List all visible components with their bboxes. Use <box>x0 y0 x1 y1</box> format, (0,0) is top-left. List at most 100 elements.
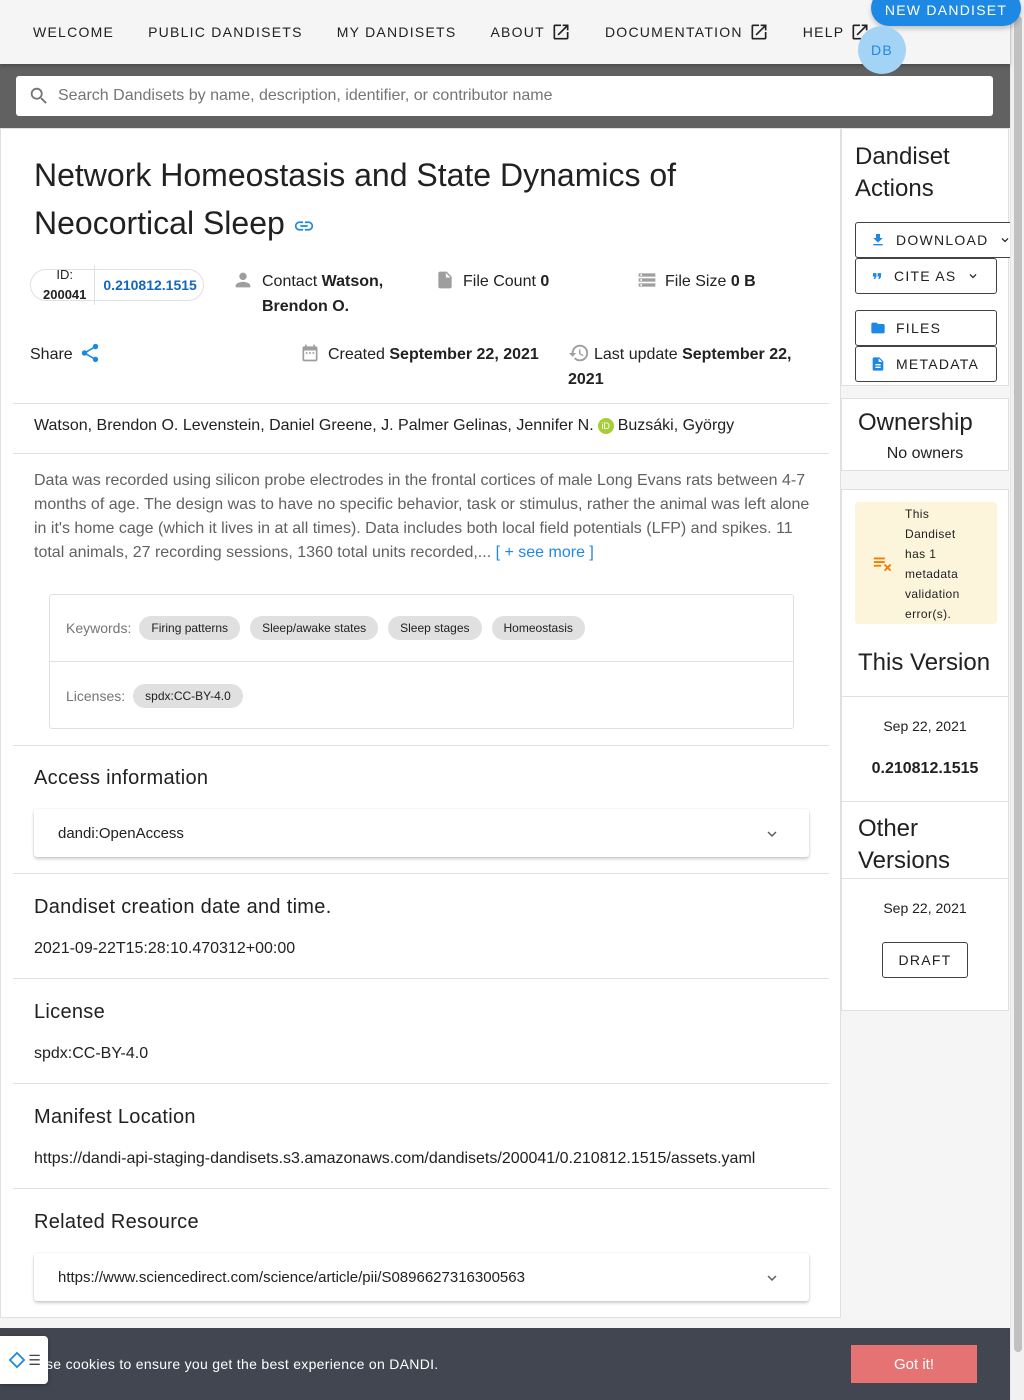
nav-documentation-label: Documentation <box>604 24 743 40</box>
versions-card: This Dandiset has 1 metadata validation … <box>841 489 1009 1011</box>
new-dandiset-button[interactable]: NEW DANDISET <box>871 0 1021 26</box>
license-chip: spdx:CC-BY-4.0 <box>133 683 243 708</box>
person-icon <box>235 272 251 288</box>
file-size-label: File Size <box>665 273 727 290</box>
cite-as-button[interactable]: CITE AS <box>855 258 997 294</box>
id-value: 200041 <box>43 287 87 302</box>
keyword-chip: Firing patterns <box>139 616 241 640</box>
file-count-value: 0 <box>540 273 550 290</box>
link-icon[interactable] <box>293 215 315 237</box>
quote-icon <box>872 273 882 279</box>
page-title: Network Homeostasis and State Dynamics o… <box>34 151 734 247</box>
share-label: Share <box>30 346 73 363</box>
divider <box>842 878 1008 879</box>
avatar[interactable]: DB <box>858 26 906 74</box>
top-navigation: Welcome Public Dandisets My Dandisets Ab… <box>0 0 1021 74</box>
nav-documentation[interactable]: Documentation <box>588 0 786 64</box>
cookie-accept-button[interactable]: Got it! <box>851 1345 977 1383</box>
page-title-text: Network Homeostasis and State Dynamics o… <box>34 157 677 241</box>
dandiset-id: ID: 200041 <box>31 265 96 305</box>
identifier-chip: ID: 200041 0.210812.1515 <box>30 265 204 305</box>
chevron-down-icon <box>767 831 777 837</box>
share-control[interactable]: Share <box>30 342 101 367</box>
scrollbar[interactable] <box>1010 0 1024 1400</box>
divider <box>842 801 1008 802</box>
this-version-number[interactable]: 0.210812.1515 <box>842 760 1008 778</box>
nav-welcome-label: Welcome <box>33 24 115 40</box>
version-label[interactable]: 0.210812.1515 <box>95 277 202 293</box>
nav-public-dandisets[interactable]: Public Dandisets <box>131 0 320 64</box>
dandiset-main-card: Network Homeostasis and State Dynamics o… <box>0 128 841 1318</box>
draft-version-button[interactable]: DRAFT <box>882 942 968 978</box>
divider <box>13 453 829 454</box>
cookie-text: se cookies to ensure you get the best ex… <box>46 1356 439 1372</box>
other-versions-title: Other Versions <box>858 815 951 874</box>
dandiset-actions-card: Dandiset Actions DOWNLOAD CITE AS FILES … <box>841 128 1015 386</box>
search-input[interactable] <box>58 87 958 105</box>
related-heading: Related Resource <box>34 1211 199 1233</box>
divider <box>842 696 1008 697</box>
keyword-chip: Sleep stages <box>388 616 482 640</box>
divider <box>13 745 829 746</box>
description-text: Data was recorded using silicon probe el… <box>34 472 810 561</box>
validation-warning[interactable]: This Dandiset has 1 metadata validation … <box>855 502 997 624</box>
keyword-chip: Sleep/awake states <box>250 616 379 640</box>
menu-icon: ☰ <box>28 1351 41 1368</box>
other-version-date: Sep 22, 2021 <box>883 900 967 916</box>
nav-my-dandisets-label: My Dandisets <box>336 24 457 40</box>
storage-icon <box>638 273 656 287</box>
download-label: DOWNLOAD <box>896 232 989 248</box>
license-heading: License <box>34 1001 106 1023</box>
created-date: Created September 22, 2021 <box>300 342 539 367</box>
download-button[interactable]: DOWNLOAD <box>855 222 1015 258</box>
draft-label: DRAFT <box>898 952 952 968</box>
metadata-button[interactable]: METADATA <box>855 346 997 382</box>
file-count: File Count 0 <box>435 269 549 294</box>
nav-my-dandisets[interactable]: My Dandisets <box>320 0 474 64</box>
creation-value: 2021-09-22T15:28:10.470312+00:00 <box>34 940 296 957</box>
orcid-icon[interactable]: iD <box>597 418 614 434</box>
search-icon <box>30 87 47 104</box>
nav-public-dandisets-label: Public Dandisets <box>148 24 303 40</box>
accessibility-widget[interactable]: ☰ <box>0 1336 48 1384</box>
folder-icon <box>871 322 885 334</box>
licenses-row: Licenses: spdx:CC-BY-4.0 <box>50 662 793 729</box>
file-size-value: 0 B <box>730 273 756 290</box>
nav-welcome[interactable]: Welcome <box>16 0 131 64</box>
external-link-icon <box>751 24 767 40</box>
divider <box>13 978 829 979</box>
search-band <box>0 64 1010 128</box>
manifest-value[interactable]: https://dandi-api-staging-dandisets.s3.a… <box>34 1150 755 1168</box>
nav-about-label: About <box>490 24 545 40</box>
license-value: spdx:CC-BY-4.0 <box>34 1045 149 1062</box>
see-more-link[interactable]: [ + see more ] <box>496 544 594 561</box>
cite-as-label: CITE AS <box>894 268 957 284</box>
owners-value: No owners <box>886 445 964 462</box>
files-button[interactable]: FILES <box>855 310 997 346</box>
chevron-down-icon <box>767 1275 777 1281</box>
access-expander[interactable]: dandi:OpenAccess <box>34 809 809 857</box>
keywords-label: Keywords: <box>66 620 132 636</box>
keyword-chip: Homeostasis <box>491 616 585 640</box>
id-label: ID: <box>56 267 73 282</box>
created-label: Created <box>328 346 385 363</box>
nav-about[interactable]: About <box>473 0 587 64</box>
files-label: FILES <box>896 320 942 336</box>
divider <box>13 403 829 404</box>
share-icon[interactable] <box>79 342 101 364</box>
scrollbar-thumb[interactable] <box>1014 16 1022 1352</box>
divider <box>13 1188 829 1189</box>
related-resource-value: https://www.sciencedirect.com/science/ar… <box>58 1268 525 1286</box>
related-resource-expander[interactable]: https://www.sciencedirect.com/science/ar… <box>34 1253 809 1301</box>
cookie-banner: se cookies to ensure you get the best ex… <box>0 1328 1010 1400</box>
download-icon <box>873 234 883 246</box>
search-box <box>16 76 993 116</box>
divider <box>13 1083 829 1084</box>
description: Data was recorded using silicon probe el… <box>34 469 814 565</box>
this-version-date: Sep 22, 2021 <box>883 718 967 734</box>
licenses-label: Licenses: <box>66 687 126 704</box>
playlist-remove-icon <box>873 557 892 572</box>
contributors-list: Watson, Brendon O. Levenstein, Daniel Gr… <box>34 417 734 435</box>
validation-warning-text: This Dandiset has 1 metadata validation … <box>905 507 960 621</box>
keywords-row: Keywords: Firing patterns Sleep/awake st… <box>50 595 793 662</box>
